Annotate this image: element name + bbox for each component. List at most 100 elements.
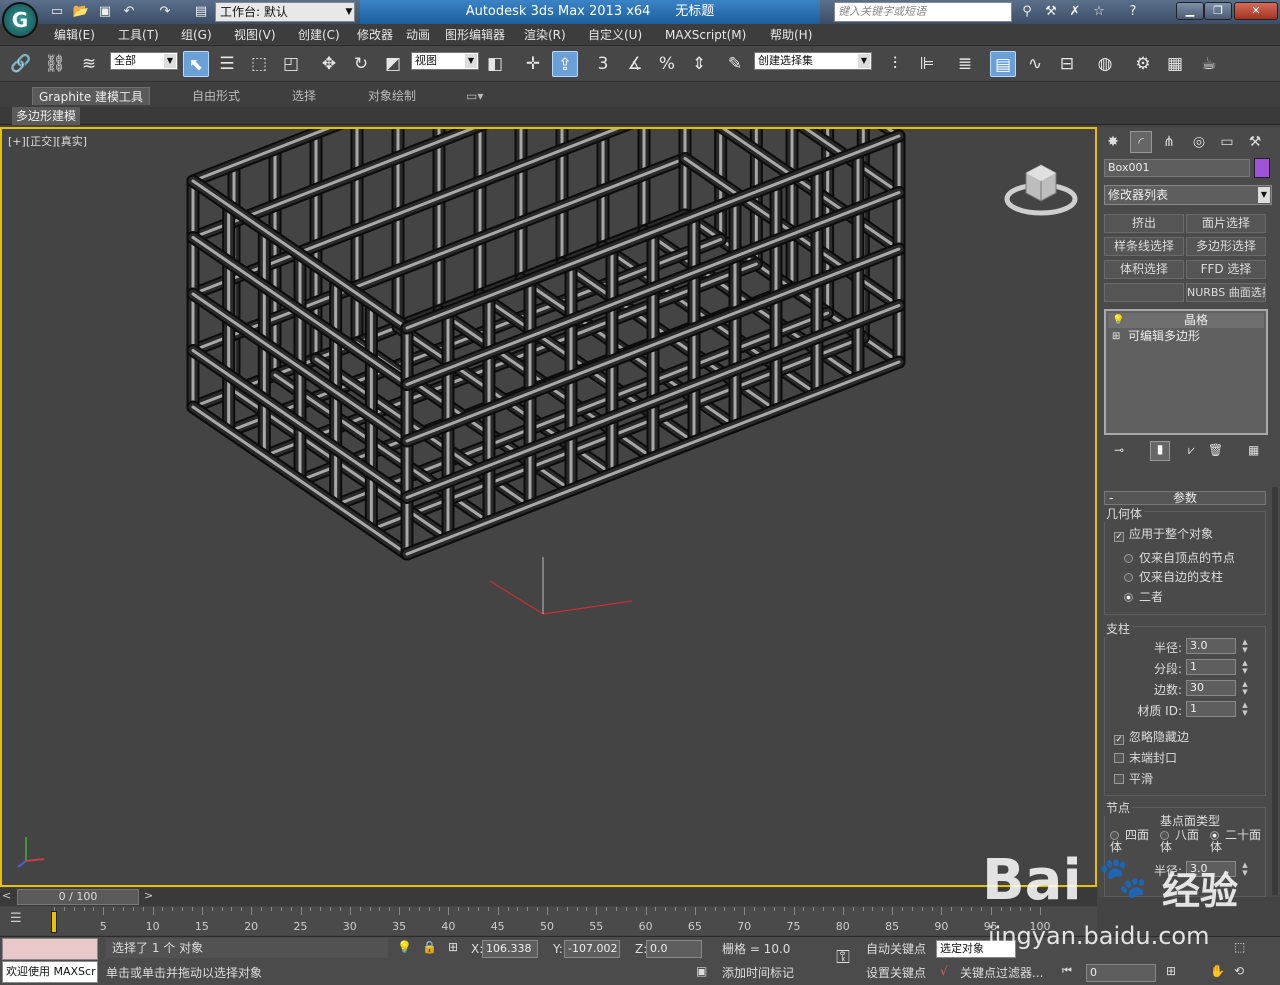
minimize-button[interactable]: ▁: [1176, 2, 1204, 20]
radio-icon[interactable]: [1124, 593, 1133, 602]
frame-indicator[interactable]: 0 / 100: [17, 889, 139, 905]
object-name-field[interactable]: Box001: [1104, 159, 1250, 177]
spline-select-button[interactable]: 样条线选择: [1104, 237, 1184, 256]
spinner-icon[interactable]: ▲ ▼: [1240, 638, 1250, 654]
spinner-icon[interactable]: ▲ ▼: [1240, 680, 1250, 696]
render-setup-icon[interactable]: ⚙: [1130, 51, 1156, 77]
project-folder-icon[interactable]: ▤: [192, 3, 210, 21]
app-logo[interactable]: G: [2, 2, 38, 38]
radio-icon[interactable]: [1110, 831, 1119, 840]
subscription-icon[interactable]: ⚒: [1042, 3, 1060, 21]
ffd-select-button[interactable]: FFD 选择: [1186, 260, 1266, 279]
menu-rendering[interactable]: 渲染(R): [524, 27, 566, 43]
isolate-selection-icon[interactable]: 💡: [397, 940, 412, 954]
make-unique-icon[interactable]: ⩗: [1188, 443, 1195, 458]
time-next-icon[interactable]: >: [144, 889, 153, 902]
option-both[interactable]: 二者: [1124, 589, 1163, 605]
select-object-icon[interactable]: ⬉: [183, 51, 209, 77]
auto-key-button[interactable]: 自动关键点: [866, 940, 926, 958]
option-joints-only[interactable]: 仅来自顶点的节点: [1124, 550, 1235, 566]
apply-whole-object-checkbox[interactable]: ✓ 应用于整个对象: [1114, 526, 1213, 542]
strut-matid-input[interactable]: 1: [1186, 701, 1236, 717]
lattice-cage-object[interactable]: [2, 129, 1095, 885]
viewcube-icon[interactable]: [1004, 159, 1078, 223]
orbit-icon[interactable]: ⟲: [1234, 964, 1244, 978]
help-icon[interactable]: ?: [1124, 3, 1142, 21]
key-filters-icon[interactable]: √: [940, 964, 948, 978]
edit-named-selection-icon[interactable]: ✎: [722, 51, 748, 77]
z-coord-input[interactable]: 0.0: [646, 940, 702, 958]
tab-graphite-modeling[interactable]: Graphite 建模工具: [32, 87, 151, 105]
time-prev-icon[interactable]: <: [2, 889, 11, 902]
reference-coordinate-dropdown[interactable]: 视图 ▼: [411, 52, 479, 70]
mirror-icon[interactable]: ⫶: [882, 51, 908, 77]
open-file-icon[interactable]: 📂: [72, 3, 90, 21]
named-selection-dropdown[interactable]: 创建选择集 ▼: [754, 52, 872, 70]
key-filters-button[interactable]: 关键点过滤器...: [960, 964, 1043, 982]
tab-freeform[interactable]: 自由形式: [186, 87, 246, 105]
y-coord-input[interactable]: -107.002: [564, 940, 620, 958]
menu-graph-editors[interactable]: 图形编辑器: [445, 27, 505, 43]
search-input[interactable]: 键入关键字或短语: [834, 2, 1012, 22]
zoom-extents-icon[interactable]: ⊞: [1166, 964, 1176, 978]
set-key-icon[interactable]: ⚿: [828, 947, 858, 975]
new-file-icon[interactable]: ▭: [48, 3, 66, 21]
x-coord-input[interactable]: 106.338: [482, 940, 538, 958]
menu-tools[interactable]: 工具(T): [118, 27, 159, 43]
undo-icon[interactable]: ↶: [120, 3, 138, 21]
menu-animation[interactable]: 动画: [406, 27, 430, 43]
maxscript-welcome[interactable]: 欢迎使用 MAXScr: [2, 961, 98, 983]
link-icon[interactable]: 🔗: [8, 51, 34, 77]
radio-icon[interactable]: [1124, 573, 1133, 582]
checkbox-icon[interactable]: [1114, 774, 1124, 784]
time-tag-icon[interactable]: ▣: [696, 964, 707, 978]
tab-object-paint[interactable]: 对象绘制: [362, 87, 422, 105]
hierarchy-tab-icon[interactable]: ⋔: [1158, 131, 1180, 153]
spinner-icon[interactable]: ▲ ▼: [1240, 701, 1250, 717]
maximize-button[interactable]: ❐: [1204, 2, 1232, 20]
set-key-button[interactable]: 设置关键点: [866, 964, 926, 982]
percent-snap-icon[interactable]: %: [654, 51, 680, 77]
configure-modifier-sets-icon[interactable]: ▦: [1248, 443, 1259, 457]
polygon-modeling-panel[interactable]: 多边形建模: [12, 107, 81, 125]
layer-manager-icon[interactable]: ≣: [952, 51, 978, 77]
select-by-name-icon[interactable]: ☰: [214, 51, 240, 77]
stack-item-editable-poly[interactable]: ⊞ 可编辑多边形: [1108, 329, 1264, 344]
radio-icon[interactable]: [1210, 831, 1219, 840]
checkbox-icon[interactable]: ✓: [1114, 532, 1124, 542]
chevron-down-icon[interactable]: ▼: [342, 2, 356, 22]
select-manipulate-icon[interactable]: ✛: [520, 51, 546, 77]
patch-select-button[interactable]: 面片选择: [1186, 214, 1266, 233]
menu-views[interactable]: 视图(V): [234, 27, 276, 43]
workspace-dropdown[interactable]: 工作台: 默认: [215, 2, 355, 22]
option-struts-only[interactable]: 仅来自边的支柱: [1124, 569, 1223, 585]
bind-space-warp-icon[interactable]: ≋: [76, 51, 102, 77]
selection-filter-dropdown[interactable]: 全部 ▼: [110, 52, 178, 70]
panel-scrollbar[interactable]: [1272, 487, 1278, 895]
modify-tab-icon[interactable]: ◜: [1130, 131, 1152, 153]
radio-icon[interactable]: [1160, 831, 1169, 840]
spinner-snap-icon[interactable]: ⇕: [686, 51, 712, 77]
spinner-icon[interactable]: ▲ ▼: [1240, 659, 1250, 675]
radio-icon[interactable]: [1124, 554, 1133, 563]
ignore-hidden-edges-checkbox[interactable]: ✓ 忽略隐藏边: [1114, 729, 1189, 745]
add-time-tag[interactable]: 添加时间标记: [722, 964, 794, 982]
favorites-star-icon[interactable]: ☆: [1090, 3, 1108, 21]
render-teapot-icon[interactable]: ☕: [1196, 51, 1222, 77]
empty-modifier-button[interactable]: [1104, 283, 1184, 302]
menu-customize[interactable]: 自定义(U): [588, 27, 642, 43]
time-slider[interactable]: < 0 / 100 >: [0, 888, 1097, 906]
goto-start-icon[interactable]: ⏮: [1062, 964, 1072, 978]
display-tab-icon[interactable]: ▭: [1216, 131, 1238, 153]
time-cursor[interactable]: [51, 911, 57, 933]
menu-help[interactable]: 帮助(H): [770, 27, 812, 43]
unlink-icon[interactable]: ⛓: [42, 51, 68, 77]
strut-sides-input[interactable]: 30: [1186, 680, 1236, 696]
menu-edit[interactable]: 编辑(E): [54, 27, 95, 43]
current-frame-input[interactable]: 0: [1086, 964, 1156, 982]
pin-stack-icon[interactable]: ⊸: [1114, 443, 1124, 457]
move-icon[interactable]: ✥: [316, 51, 342, 77]
keyboard-shortcut-override-icon[interactable]: ⇪: [552, 51, 578, 77]
object-color-swatch[interactable]: [1254, 158, 1270, 178]
window-crossing-icon[interactable]: ◰: [278, 51, 304, 77]
